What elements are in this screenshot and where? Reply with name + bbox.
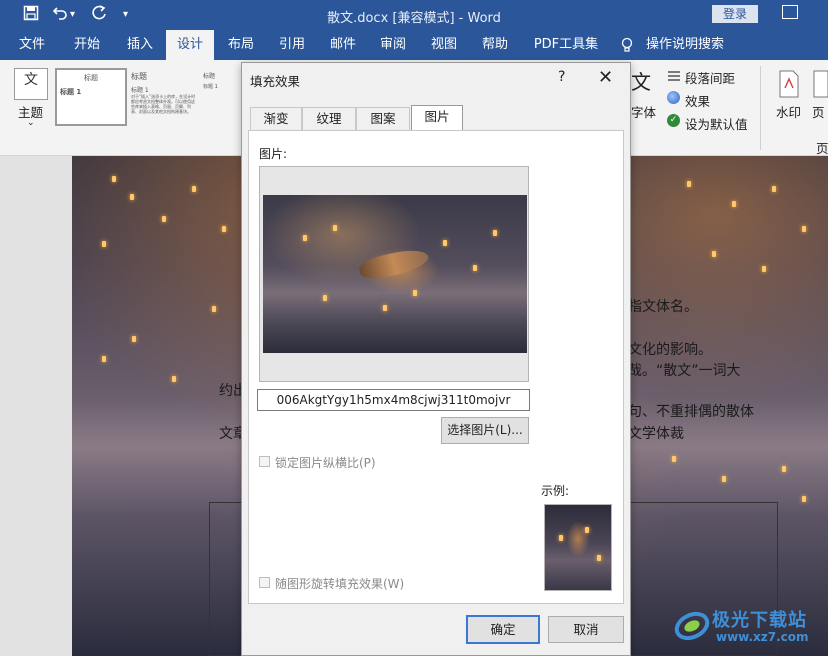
- rotate-with-shape-checkbox[interactable]: [259, 577, 270, 588]
- effects-button[interactable]: 效果: [685, 91, 710, 110]
- sample-label: 示例:: [541, 484, 570, 498]
- page-background-group-label: 页: [816, 141, 828, 156]
- lock-aspect-label: 锁定图片纵横比(P): [275, 456, 376, 470]
- site-watermark: 极光下载站 www.xz7.com: [672, 600, 828, 656]
- style-set-2[interactable]: 标题 标题 1 对于“插入”选项卡上的库，在设计时都应考虑文档整体外观。可以使用…: [128, 68, 200, 126]
- tab-help[interactable]: 帮助: [472, 30, 518, 60]
- fonts-icon[interactable]: 文: [631, 68, 657, 98]
- doc-line-6-end: 文学体裁: [628, 426, 684, 442]
- tab-view[interactable]: 视图: [421, 30, 467, 60]
- site-url: www.xz7.com: [716, 630, 809, 644]
- page-color-button[interactable]: 页: [812, 102, 825, 121]
- login-button[interactable]: 登录: [712, 5, 758, 23]
- ribbon-tabs: 文件 开始 插入 设计 布局 引用 邮件 审阅 视图 帮助 PDF工具集 操作说…: [0, 30, 828, 60]
- lock-aspect-checkbox[interactable]: [259, 456, 270, 467]
- doc-line-2: 文化的影响。: [628, 342, 712, 358]
- style-set-1[interactable]: 标题 标题 1: [55, 68, 127, 126]
- picture-preview: [259, 166, 529, 382]
- ribbon-display-options-icon[interactable]: [782, 5, 798, 19]
- sample-preview: [544, 504, 612, 591]
- picture-tab-panel: 图片: 006AkgtYgy1h5mx4m8cjwj311t0mojvr 选择图…: [248, 130, 624, 604]
- doc-line-3: 哉。“散文”一词大: [628, 363, 741, 379]
- check-icon: ✓: [667, 114, 680, 127]
- tab-insert[interactable]: 插入: [117, 30, 163, 60]
- tab-pattern[interactable]: 图案: [356, 107, 410, 130]
- picture-label: 图片:: [259, 147, 288, 161]
- tab-review[interactable]: 审阅: [370, 30, 416, 60]
- tab-mailings[interactable]: 邮件: [320, 30, 366, 60]
- tell-me-search[interactable]: 操作说明搜索: [642, 30, 728, 60]
- select-picture-button[interactable]: 选择图片(L)...: [441, 417, 529, 444]
- doc-line-5: 句、不重排偶的散体: [628, 404, 754, 420]
- tab-references[interactable]: 引用: [269, 30, 315, 60]
- ribbon-divider: [760, 66, 761, 150]
- tab-pdf-tools[interactable]: PDF工具集: [526, 30, 606, 60]
- window-title: 散文.docx [兼容模式] - Word: [327, 11, 501, 26]
- lightbulb-icon[interactable]: [620, 37, 634, 56]
- themes-icon[interactable]: 文: [14, 68, 48, 100]
- tab-file[interactable]: 文件: [10, 30, 54, 60]
- paragraph-spacing-icon: [667, 70, 681, 87]
- title-bar: ▾ ▾ 散文.docx [兼容模式] - Word 登录: [0, 0, 828, 30]
- page-color-icon[interactable]: [812, 70, 828, 101]
- watermark-button[interactable]: 水印: [776, 102, 801, 121]
- rotate-with-shape-label: 随图形旋转填充效果(W): [275, 577, 405, 591]
- fill-effects-dialog: 填充效果 ? ✕ 渐变 纹理 图案 图片 图片: 006AkgtYgy1h5mx…: [241, 62, 631, 656]
- tab-home[interactable]: 开始: [64, 30, 110, 60]
- tab-layout[interactable]: 布局: [219, 30, 263, 60]
- tab-picture[interactable]: 图片: [411, 105, 463, 130]
- help-button[interactable]: ?: [558, 69, 565, 85]
- watermark-icon[interactable]: [778, 70, 800, 101]
- doc-line-1: 指文体名。: [628, 299, 698, 315]
- cancel-button[interactable]: 取消: [548, 616, 624, 643]
- site-name: 极光下载站: [712, 610, 807, 631]
- tab-gradient[interactable]: 渐变: [250, 107, 302, 130]
- themes-dropdown-icon[interactable]: ⌄: [27, 118, 35, 128]
- picture-filename: 006AkgtYgy1h5mx4m8cjwj311t0mojvr: [257, 389, 530, 411]
- tab-texture[interactable]: 纹理: [302, 107, 356, 130]
- boat-graphic: [357, 244, 431, 284]
- fonts-button[interactable]: 字体: [631, 102, 656, 121]
- style-set-3[interactable]: 标题 标题 1: [200, 68, 240, 126]
- dialog-title: 填充效果: [250, 74, 301, 89]
- close-button[interactable]: ✕: [598, 67, 613, 88]
- paragraph-spacing-button[interactable]: 段落间距: [685, 68, 735, 87]
- picture-preview-image: [263, 195, 527, 353]
- tab-design[interactable]: 设计: [166, 30, 214, 60]
- ok-button[interactable]: 确定: [466, 615, 540, 644]
- set-as-default-button[interactable]: 设为默认值: [685, 114, 748, 133]
- effects-icon: [667, 91, 680, 104]
- site-logo-icon: [674, 611, 710, 641]
